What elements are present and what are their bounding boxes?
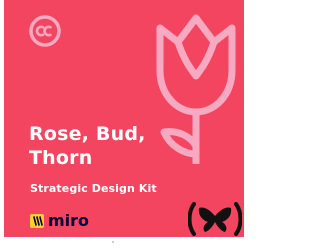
- rose-icon: [156, 14, 236, 164]
- butterfly-icon: [188, 202, 242, 236]
- title-line-2: Thorn: [29, 147, 93, 169]
- kit-subtitle: Strategic Design Kit: [30, 182, 157, 195]
- creative-commons-icon: [29, 15, 61, 47]
- title-line-1: Rose, Bud,: [29, 123, 146, 145]
- kit-title: Rose, Bud, Thorn: [29, 122, 146, 170]
- kit-cover: Rose, Bud, Thorn Strategic Design Kit mi…: [4, 0, 244, 237]
- miro-brand: miro: [30, 213, 89, 229]
- miro-logo: [30, 214, 44, 228]
- miro-wordmark: miro: [48, 211, 90, 230]
- page-marker: [112, 241, 114, 243]
